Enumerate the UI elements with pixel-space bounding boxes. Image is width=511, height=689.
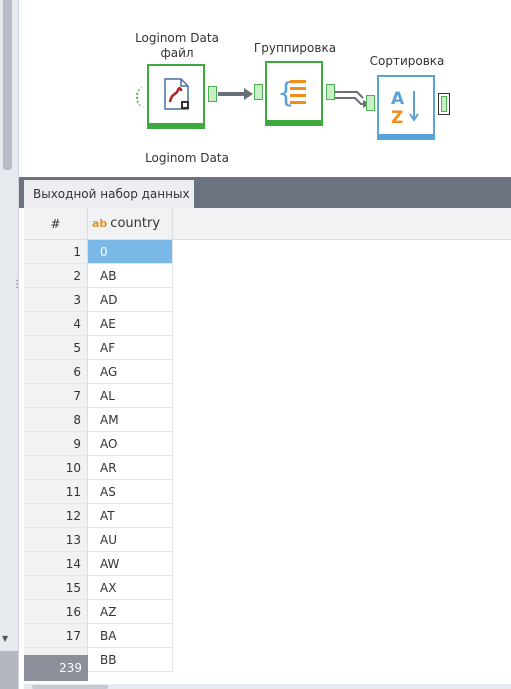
table-row[interactable]: 9 AO	[24, 432, 173, 456]
cell-country[interactable]: AR	[88, 456, 173, 480]
table-row[interactable]: 12 AT	[24, 504, 173, 528]
node3-output-port[interactable]	[438, 93, 450, 115]
import-file-icon	[164, 78, 189, 110]
row-number: 16	[24, 600, 88, 624]
node1-input-port-icon	[136, 86, 146, 108]
table-row[interactable]: 4 AE	[24, 312, 173, 336]
row-number: 2	[24, 264, 88, 288]
row-number: 5	[24, 336, 88, 360]
table-row[interactable]: 6 AG	[24, 360, 173, 384]
grouping-icon: {	[277, 76, 306, 109]
cell-country[interactable]: AS	[88, 480, 173, 504]
cell-country[interactable]: BB	[88, 648, 173, 672]
node-label-loginom-data-file: Loginom Data файл	[127, 31, 227, 61]
row-number: 6	[24, 360, 88, 384]
table-row[interactable]: 10 AR	[24, 456, 173, 480]
node1-output-port[interactable]	[208, 86, 217, 102]
table-row[interactable]: 11 AS	[24, 480, 173, 504]
connection-arrow-icon	[218, 88, 253, 100]
node-label-sorting: Сортировка	[369, 54, 445, 68]
scroll-down-arrow-icon[interactable]: ▼	[2, 634, 8, 643]
node2-output-port[interactable]	[326, 84, 335, 100]
cell-country[interactable]: AW	[88, 552, 173, 576]
table-row[interactable]: 14 AW	[24, 552, 173, 576]
cell-country[interactable]: AB	[88, 264, 173, 288]
cell-country[interactable]: AZ	[88, 600, 173, 624]
node-label-grouping: Группировка	[253, 41, 337, 55]
sort-az-icon: A Z	[391, 89, 419, 125]
cell-country[interactable]: AF	[88, 336, 173, 360]
svg-text:Z: Z	[391, 108, 403, 125]
resize-handle-icon[interactable]: ⋮	[12, 280, 22, 302]
node-sorting[interactable]: A Z	[377, 75, 435, 140]
cell-country[interactable]: 0	[88, 240, 173, 264]
row-number: 17	[24, 624, 88, 648]
table-row[interactable]: 8 AM	[24, 408, 173, 432]
table-row[interactable]: 13 AU	[24, 528, 173, 552]
cell-country[interactable]: BA	[88, 624, 173, 648]
row-number: 8	[24, 408, 88, 432]
row-number: 9	[24, 432, 88, 456]
svg-text:A: A	[391, 89, 405, 109]
table-row[interactable]: 15 AX	[24, 576, 173, 600]
row-number: 14	[24, 552, 88, 576]
row-number-header: #	[24, 208, 88, 240]
output-tab-bar: Выходной набор данных	[19, 177, 511, 208]
left-panel: ⋮ ▼	[0, 0, 22, 689]
node2-input-port[interactable]	[254, 84, 263, 100]
cell-country[interactable]: AO	[88, 432, 173, 456]
table-row[interactable]: 10	[24, 240, 173, 264]
table-row[interactable]: 2 AB	[24, 264, 173, 288]
cell-country[interactable]: AU	[88, 528, 173, 552]
cell-country[interactable]: AG	[88, 360, 173, 384]
row-number: 10	[24, 456, 88, 480]
node3-input-port[interactable]	[366, 95, 375, 111]
column-header-country[interactable]: ab country	[88, 208, 173, 240]
cell-country[interactable]: AT	[88, 504, 173, 528]
row-number: 11	[24, 480, 88, 504]
table-row[interactable]: 7 AL	[24, 384, 173, 408]
data-grid[interactable]: # ab country 1 0 2 AB 3 AD 4 AE 5 AF 6 AG 7 AL 8 AM 9 AO 10…	[24, 208, 511, 689]
cell-country[interactable]: AL	[88, 384, 173, 408]
cell-country[interactable]: AM	[88, 408, 173, 432]
cell-country[interactable]: AD	[88, 288, 173, 312]
table-row[interactable]: 5 AF	[24, 336, 173, 360]
tab-output-dataset[interactable]: Выходной набор данных	[24, 180, 194, 208]
header-empty-area	[173, 208, 511, 240]
row-number: 15	[24, 576, 88, 600]
table-row[interactable]: 3 AD	[24, 288, 173, 312]
node-label-line1: Loginom Data	[135, 31, 219, 45]
row-number: 13	[24, 528, 88, 552]
left-scrollbar-thumb[interactable]	[3, 0, 12, 170]
horizontal-scrollbar[interactable]	[24, 684, 511, 689]
row-number: 1	[24, 240, 88, 264]
node-label-line2: файл	[160, 46, 194, 60]
row-number: 4	[24, 312, 88, 336]
workflow-canvas[interactable]: Loginom Data файл Группировка {Сортиров…	[19, 0, 511, 174]
node-label-loginom-data-2: Loginom Data	[145, 151, 229, 165]
column-header-label: country	[110, 216, 161, 231]
horizontal-scrollbar-thumb[interactable]	[32, 685, 108, 689]
row-number: 3	[24, 288, 88, 312]
row-number: 12	[24, 504, 88, 528]
table-row[interactable]: 17 BA	[24, 624, 173, 648]
left-panel-footer	[0, 651, 18, 689]
node-loginom-data-file[interactable]	[147, 64, 205, 129]
row-number: 7	[24, 384, 88, 408]
cell-country[interactable]: AE	[88, 312, 173, 336]
string-type-icon: ab	[92, 217, 108, 230]
node-grouping[interactable]: {	[265, 61, 323, 126]
row-count-badge: 239	[24, 655, 88, 681]
table-row[interactable]: 16 AZ	[24, 600, 173, 624]
cell-country[interactable]: AX	[88, 576, 173, 600]
